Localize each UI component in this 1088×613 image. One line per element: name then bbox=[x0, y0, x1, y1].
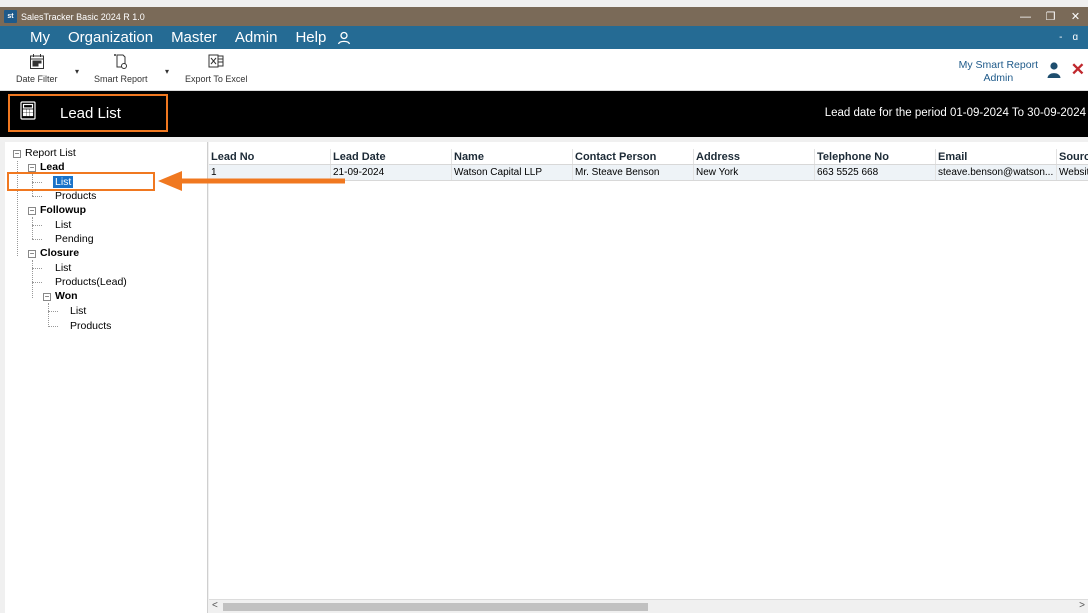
export-excel-button[interactable]: Export To Excel bbox=[185, 53, 247, 84]
tree-connector bbox=[17, 161, 18, 256]
expander-followup[interactable]: − bbox=[28, 207, 36, 215]
tree-item-followup-list[interactable]: List bbox=[55, 219, 71, 232]
app-window: st SalesTracker Basic 2024 R 1.0 — ❐ ✕ M… bbox=[0, 0, 1088, 613]
cell-contact-person: Mr. Steave Benson bbox=[572, 165, 693, 180]
period-label: Lead date for the period 01-09-2024 To 3… bbox=[824, 107, 1086, 119]
horizontal-scrollbar[interactable]: < > bbox=[209, 599, 1088, 613]
cell-lead-no: 1 bbox=[211, 167, 217, 178]
col-header-lead-no[interactable]: Lead No bbox=[209, 149, 330, 164]
header-band: Lead List Lead date for the period 01-09… bbox=[0, 91, 1088, 137]
menu-bar: My Organization Master Admin Help - ɑ bbox=[0, 26, 1088, 49]
tree-connector bbox=[32, 182, 42, 183]
expander-won[interactable]: − bbox=[43, 293, 51, 301]
grid-header: Lead No Lead Date Name Contact Person Ad… bbox=[209, 149, 1088, 165]
my-smart-report-link[interactable]: My Smart Report Admin bbox=[959, 59, 1038, 85]
tree-item-followup-pending[interactable]: Pending bbox=[55, 233, 94, 246]
menu-organization[interactable]: Organization bbox=[59, 26, 162, 49]
date-filter-label: Date Filter bbox=[16, 74, 58, 84]
minimize-button[interactable]: — bbox=[1013, 7, 1038, 26]
cell-email: steave.benson@watson... bbox=[935, 165, 1056, 180]
page-title-box: Lead List bbox=[8, 94, 168, 132]
tree-item-closure-list[interactable]: List bbox=[55, 262, 71, 275]
current-user-label: Admin bbox=[983, 72, 1014, 84]
tree-item-report-list[interactable]: Report List bbox=[25, 147, 76, 160]
title-bar: st SalesTracker Basic 2024 R 1.0 — ❐ ✕ bbox=[0, 7, 1088, 26]
tree-connector bbox=[32, 260, 33, 298]
table-row[interactable]: 1 21-09-2024 Watson Capital LLP Mr. Stea… bbox=[209, 165, 1088, 181]
scrollbar-thumb[interactable] bbox=[223, 603, 648, 611]
tree-item-lead-list-label: List bbox=[53, 176, 74, 188]
excel-icon bbox=[208, 53, 224, 72]
window-title: SalesTracker Basic 2024 R 1.0 bbox=[21, 11, 145, 22]
col-header-telephone[interactable]: Telephone No bbox=[814, 149, 935, 164]
expander-closure[interactable]: − bbox=[28, 250, 36, 258]
lead-grid: Lead No Lead Date Name Contact Person Ad… bbox=[209, 142, 1088, 613]
tree-item-lead[interactable]: Lead bbox=[40, 161, 65, 174]
scroll-right-arrow[interactable]: > bbox=[1079, 600, 1085, 611]
cell-telephone: 663 5525 668 bbox=[814, 165, 935, 180]
menu-master[interactable]: Master bbox=[162, 26, 226, 49]
expander-report-list[interactable]: − bbox=[13, 150, 21, 158]
col-header-lead-date[interactable]: Lead Date bbox=[330, 149, 451, 164]
window-controls: — ❐ ✕ bbox=[1013, 7, 1088, 26]
tree-item-lead-products[interactable]: Products bbox=[55, 190, 96, 203]
restore-button[interactable]: ❐ bbox=[1038, 7, 1063, 26]
user-profile-icon[interactable] bbox=[337, 31, 351, 45]
tree-connector bbox=[48, 303, 49, 327]
mdi-restore-button[interactable]: ɑ bbox=[1072, 32, 1078, 43]
tree-connector bbox=[32, 225, 42, 226]
export-excel-label: Export To Excel bbox=[185, 74, 248, 84]
smart-report-label: Smart Report bbox=[94, 74, 148, 84]
tree-item-won-products[interactable]: Products bbox=[70, 320, 111, 333]
page-title: Lead List bbox=[60, 104, 121, 122]
tree-item-followup[interactable]: Followup bbox=[40, 204, 86, 217]
person-icon[interactable] bbox=[1047, 62, 1061, 83]
smart-report-button[interactable]: Smart Report bbox=[94, 53, 148, 84]
col-header-contact-person[interactable]: Contact Person bbox=[572, 149, 693, 164]
tree-connector bbox=[32, 268, 42, 269]
smart-report-dropdown-icon[interactable]: ▾ bbox=[165, 67, 169, 76]
tree-connector bbox=[48, 311, 58, 312]
tree-connector bbox=[48, 326, 58, 327]
tree-connector bbox=[32, 196, 42, 197]
tree-connector bbox=[32, 239, 42, 240]
expander-lead[interactable]: − bbox=[28, 164, 36, 172]
tree-connector bbox=[32, 282, 42, 283]
tree-item-closure-products[interactable]: Products(Lead) bbox=[55, 276, 127, 289]
menu-admin[interactable]: Admin bbox=[226, 26, 287, 49]
col-header-source[interactable]: Source bbox=[1056, 149, 1088, 164]
tree-connector bbox=[32, 217, 33, 239]
cell-lead-date: 21-09-2024 bbox=[330, 165, 451, 180]
calendar-icon bbox=[29, 53, 45, 72]
mdi-controls: - ɑ bbox=[1059, 26, 1078, 49]
mdi-minimize-button[interactable]: - bbox=[1059, 32, 1062, 43]
menu-my[interactable]: My bbox=[21, 26, 59, 49]
tree-connector bbox=[32, 174, 33, 196]
tree-item-won-list[interactable]: List bbox=[70, 305, 86, 318]
tree-item-closure[interactable]: Closure bbox=[40, 247, 79, 260]
report-tree: − Report List − Lead List Products − Fol… bbox=[5, 142, 208, 613]
smart-report-icon bbox=[113, 53, 129, 72]
cell-address: New York bbox=[693, 165, 814, 180]
app-logo-icon: st bbox=[4, 10, 17, 23]
close-window-button[interactable]: ✕ bbox=[1063, 7, 1088, 26]
smart-report-link-text: My Smart Report bbox=[958, 59, 1038, 71]
cell-name: Watson Capital LLP bbox=[451, 165, 572, 180]
tree-item-won[interactable]: Won bbox=[55, 290, 78, 303]
toolbar: Date Filter ▾ Smart Report ▾ Export To E… bbox=[0, 49, 1088, 91]
date-filter-button[interactable]: Date Filter bbox=[16, 53, 58, 84]
date-filter-dropdown-icon[interactable]: ▾ bbox=[75, 67, 79, 76]
col-header-address[interactable]: Address bbox=[693, 149, 814, 164]
close-report-button[interactable]: ✕ bbox=[1071, 60, 1085, 80]
col-header-name[interactable]: Name bbox=[451, 149, 572, 164]
col-header-email[interactable]: Email bbox=[935, 149, 1056, 164]
tree-item-lead-list[interactable]: List bbox=[53, 176, 74, 189]
scroll-left-arrow[interactable]: < bbox=[212, 600, 218, 611]
calculator-icon bbox=[20, 101, 36, 125]
cell-source: Website bbox=[1056, 165, 1088, 180]
menu-help[interactable]: Help bbox=[286, 26, 335, 49]
